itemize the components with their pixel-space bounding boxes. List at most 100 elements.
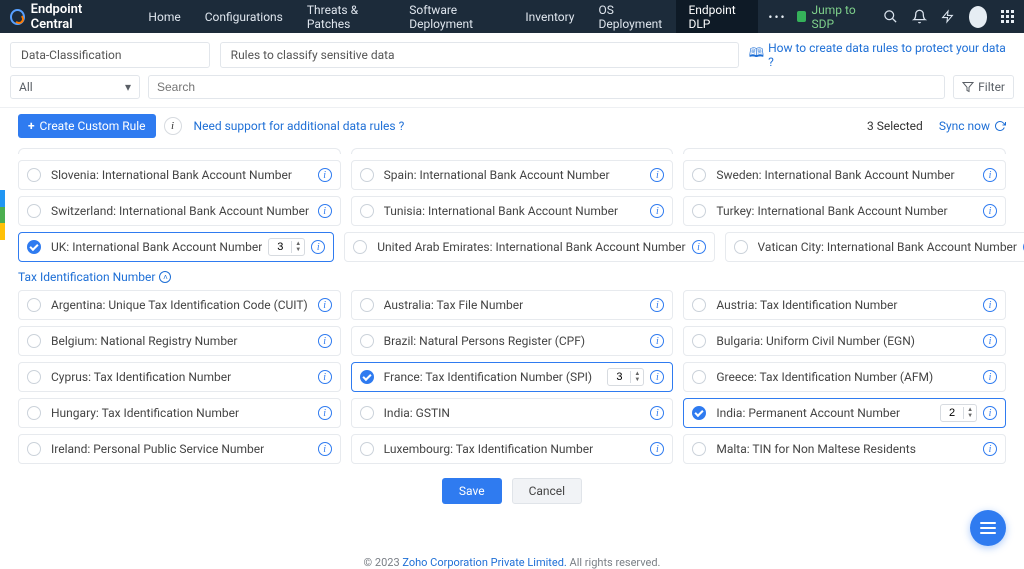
rule-checkbox[interactable] [692, 298, 706, 312]
rule-checkbox[interactable] [27, 298, 41, 312]
info-icon[interactable]: i [164, 117, 182, 135]
rule-checkbox[interactable] [360, 168, 374, 182]
rule-checkbox[interactable] [27, 204, 41, 218]
rule-info-icon[interactable]: i [650, 298, 664, 312]
rule-info-icon[interactable]: i [983, 370, 997, 384]
rule-checkbox[interactable] [692, 406, 706, 420]
create-custom-rule-button[interactable]: + Create Custom Rule [18, 114, 156, 138]
rule-card[interactable]: Tunisia: International Bank Account Numb… [351, 196, 674, 226]
nav-item-configurations[interactable]: Configurations [193, 0, 295, 33]
rule-card[interactable]: Bulgaria: Uniform Civil Number (EGN)i [683, 326, 1006, 356]
rule-card[interactable]: Austria: Tax Identification Numberi [683, 290, 1006, 320]
rule-checkbox[interactable] [353, 240, 367, 254]
stepper-input[interactable] [269, 241, 291, 253]
rule-info-icon[interactable]: i [318, 298, 332, 312]
search-input[interactable] [148, 75, 945, 99]
rule-info-icon[interactable]: i [650, 334, 664, 348]
cancel-button[interactable]: Cancel [512, 478, 583, 504]
rule-card[interactable]: France: Tax Identification Number (SPI)▲… [351, 362, 674, 392]
rule-info-icon[interactable]: i [692, 240, 706, 254]
rule-info-icon[interactable]: i [983, 406, 997, 420]
bolt-icon[interactable] [941, 8, 955, 25]
rule-card[interactable]: Belgium: National Registry Numberi [18, 326, 341, 356]
section-tax-id[interactable]: Tax Identification Number ˄ [18, 270, 1006, 284]
rule-checkbox[interactable] [692, 370, 706, 384]
rule-card[interactable]: Vatican City: International Bank Account… [725, 232, 1024, 262]
rule-card[interactable]: Luxembourg: Tax Identification Numberi [351, 434, 674, 464]
rule-card[interactable]: Slovenia: International Bank Account Num… [18, 160, 341, 190]
rule-info-icon[interactable]: i [650, 370, 664, 384]
app-logo[interactable]: Endpoint Central [10, 2, 116, 32]
rule-checkbox[interactable] [27, 370, 41, 384]
rule-card[interactable]: Spain: International Bank Account Number… [351, 160, 674, 190]
rule-info-icon[interactable]: i [983, 298, 997, 312]
rule-checkbox[interactable] [27, 240, 41, 254]
rule-card[interactable]: Hungary: Tax Identification Numberi [18, 398, 341, 428]
rule-card[interactable]: Brazil: Natural Persons Register (CPF)i [351, 326, 674, 356]
rule-card[interactable]: India: Permanent Account Number▲▼i [683, 398, 1006, 428]
sync-now[interactable]: Sync now [939, 119, 1006, 133]
need-support-link[interactable]: Need support for additional data rules ? [194, 119, 405, 133]
filter-dropdown[interactable]: All ▾ [10, 75, 140, 99]
rule-info-icon[interactable]: i [650, 204, 664, 218]
rule-info-icon[interactable]: i [318, 204, 332, 218]
rule-info-icon[interactable]: i [318, 334, 332, 348]
rule-checkbox[interactable] [27, 406, 41, 420]
rule-info-icon[interactable]: i [318, 168, 332, 182]
rule-checkbox[interactable] [27, 442, 41, 456]
breadcrumb-b[interactable]: Rules to classify sensitive data [220, 42, 739, 68]
rule-info-icon[interactable]: i [318, 370, 332, 384]
rule-info-icon[interactable]: i [983, 204, 997, 218]
rule-checkbox[interactable] [27, 334, 41, 348]
rule-card[interactable]: Greece: Tax Identification Number (AFM)i [683, 362, 1006, 392]
nav-more[interactable]: ••• [758, 10, 796, 24]
rule-info-icon[interactable]: i [650, 168, 664, 182]
nav-item-software-deployment[interactable]: Software Deployment [397, 0, 513, 33]
rule-info-icon[interactable]: i [983, 334, 997, 348]
rule-card[interactable]: United Arab Emirates: International Bank… [344, 232, 714, 262]
stepper-input[interactable] [941, 407, 963, 419]
rule-checkbox[interactable] [734, 240, 748, 254]
rule-info-icon[interactable]: i [650, 442, 664, 456]
rule-checkbox[interactable] [692, 204, 706, 218]
save-button[interactable]: Save [442, 478, 502, 504]
rule-info-icon[interactable]: i [318, 442, 332, 456]
rule-info-icon[interactable]: i [983, 442, 997, 456]
stepper-input[interactable] [608, 371, 630, 383]
rule-checkbox[interactable] [692, 442, 706, 456]
nav-item-threats-patches[interactable]: Threats & Patches [295, 0, 397, 33]
rule-card[interactable]: Cyprus: Tax Identification Numberi [18, 362, 341, 392]
footer-link[interactable]: Zoho Corporation Private Limited. [402, 556, 566, 569]
rule-checkbox[interactable] [360, 298, 374, 312]
nav-item-inventory[interactable]: Inventory [513, 0, 586, 33]
rule-card[interactable]: Sweden: International Bank Account Numbe… [683, 160, 1006, 190]
rule-card[interactable]: Australia: Tax File Numberi [351, 290, 674, 320]
apps-grid-icon[interactable] [1001, 10, 1014, 23]
filter-button[interactable]: Filter [953, 75, 1014, 99]
jump-to-sdp[interactable]: Jump to SDP [797, 3, 869, 31]
nav-item-os-deployment[interactable]: OS Deployment [586, 0, 676, 33]
rule-card[interactable]: Argentina: Unique Tax Identification Cod… [18, 290, 341, 320]
nav-item-home[interactable]: Home [136, 0, 192, 33]
rule-info-icon[interactable]: i [983, 168, 997, 182]
rule-count-stepper[interactable]: ▲▼ [268, 238, 305, 256]
rule-count-stepper[interactable]: ▲▼ [940, 404, 977, 422]
stepper-arrows[interactable]: ▲▼ [963, 407, 976, 419]
rule-card[interactable]: UK: International Bank Account Number▲▼i [18, 232, 334, 262]
rule-card[interactable]: Switzerland: International Bank Account … [18, 196, 341, 226]
rule-info-icon[interactable]: i [311, 240, 325, 254]
rule-card[interactable]: Malta: TIN for Non Maltese Residentsi [683, 434, 1006, 464]
rule-checkbox[interactable] [360, 442, 374, 456]
side-feedback-tab[interactable] [0, 190, 5, 240]
rule-card[interactable]: India: GSTINi [351, 398, 674, 428]
rule-checkbox[interactable] [27, 168, 41, 182]
bell-icon[interactable] [912, 8, 927, 25]
chat-fab[interactable] [970, 510, 1006, 546]
rule-info-icon[interactable]: i [318, 406, 332, 420]
rule-checkbox[interactable] [360, 370, 374, 384]
rule-count-stepper[interactable]: ▲▼ [607, 368, 644, 386]
rule-card[interactable]: Turkey: International Bank Account Numbe… [683, 196, 1006, 226]
breadcrumb-a[interactable]: Data-Classification [10, 42, 210, 68]
help-link[interactable]: 🕮 How to create data rules to protect yo… [749, 41, 1014, 69]
stepper-arrows[interactable]: ▲▼ [291, 241, 304, 253]
